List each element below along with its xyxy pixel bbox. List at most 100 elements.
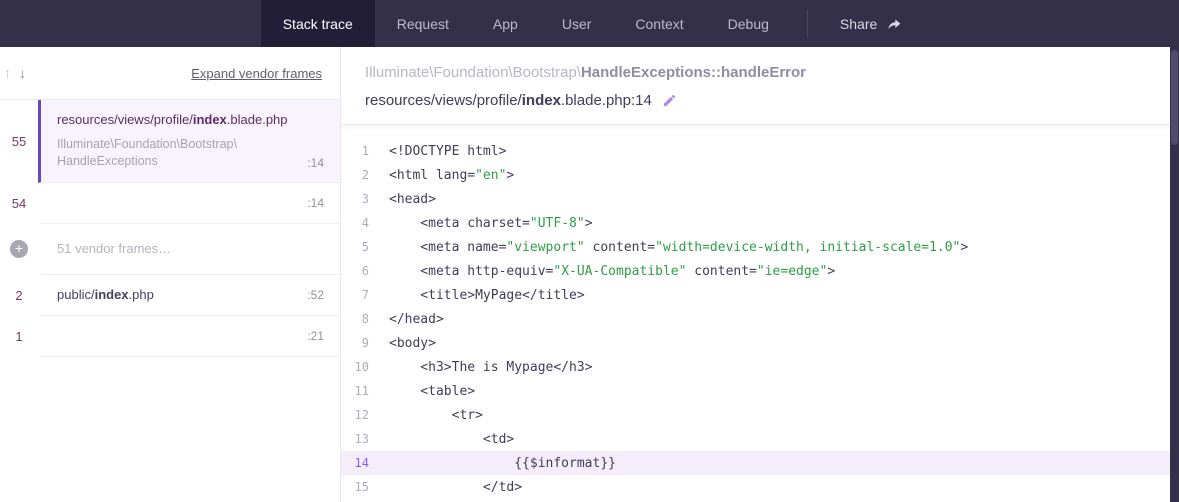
- stack-frame-row[interactable]: 55resources/views/profile/index.blade.ph…: [0, 100, 340, 183]
- exception-location: resources/views/profile/index.blade.php:…: [365, 92, 1155, 109]
- topbar: Stack trace Request App User Context Deb…: [0, 0, 1179, 47]
- vendor-frames-row[interactable]: +51 vendor frames…: [0, 224, 340, 275]
- code-line-number: 15: [341, 480, 389, 494]
- stack-frame-row[interactable]: 1 :21: [0, 316, 340, 357]
- code-line-number: 5: [341, 240, 389, 254]
- code-line: 3<head>: [341, 187, 1179, 211]
- code-line-source: <table>: [389, 384, 475, 399]
- tab-bar: Stack trace Request App User Context Deb…: [261, 0, 791, 47]
- tab-debug[interactable]: Debug: [706, 0, 791, 47]
- main-panel: Illuminate\Foundation\Bootstrap\HandleEx…: [341, 47, 1179, 502]
- frame-content: :14: [38, 183, 340, 224]
- next-frame-arrow-icon[interactable]: ↓: [19, 65, 26, 81]
- code-line: 5 <meta name="viewport" content="width=d…: [341, 235, 1179, 259]
- prev-frame-arrow-icon[interactable]: ↑: [4, 65, 11, 81]
- code-line-source: <meta name="viewport" content="width=dev…: [389, 240, 968, 255]
- sidebar-header: ↑ ↓ Expand vendor frames: [0, 47, 340, 100]
- code-line-number: 7: [341, 288, 389, 302]
- code-line-number: 14: [341, 456, 389, 470]
- code-line-source: <td>: [389, 432, 514, 447]
- exception-file-path: resources/views/profile/index.blade.php:…: [365, 92, 652, 109]
- frame-line-number: :14: [307, 196, 324, 210]
- frame-content: public/index.php :52: [38, 275, 340, 316]
- page-scrollbar[interactable]: [1170, 0, 1179, 502]
- code-line: 15 </td>: [341, 475, 1179, 499]
- code-line-source: </td>: [389, 480, 522, 495]
- scrollbar-thumb[interactable]: [1171, 50, 1178, 145]
- tab-request[interactable]: Request: [375, 0, 471, 47]
- tab-app[interactable]: App: [471, 0, 540, 47]
- frame-number: 2: [0, 275, 38, 316]
- frame-content: :21: [38, 316, 340, 357]
- code-line-source: {{$informat}}: [389, 456, 616, 471]
- share-button[interactable]: Share: [824, 0, 918, 47]
- frame-content: resources/views/profile/index.blade.php I…: [38, 100, 340, 183]
- vendor-frames-label: 51 vendor frames…: [57, 241, 324, 256]
- exception-class: Illuminate\Foundation\Bootstrap\HandleEx…: [365, 64, 1155, 81]
- expand-vendor-frames-link[interactable]: Expand vendor frames: [191, 66, 322, 81]
- code-line-source: <head>: [389, 192, 436, 207]
- code-line-source: <meta http-equiv="X-UA-Compatible" conte…: [389, 264, 835, 279]
- stack-frame-row[interactable]: 2 public/index.php :52: [0, 275, 340, 316]
- tab-context[interactable]: Context: [613, 0, 705, 47]
- code-line: 13 <td>: [341, 427, 1179, 451]
- code-line-source: <title>MyPage</title>: [389, 288, 585, 303]
- code-line-number: 9: [341, 336, 389, 350]
- frame-nav-arrows: ↑ ↓: [4, 65, 26, 81]
- frame-number: 1: [0, 316, 38, 357]
- code-line-number: 13: [341, 432, 389, 446]
- stack-trace-sidebar: ↑ ↓ Expand vendor frames 55resources/vie…: [0, 47, 341, 502]
- code-line: 2<html lang="en">: [341, 163, 1179, 187]
- code-line: 4 <meta charset="UTF-8">: [341, 211, 1179, 235]
- code-line-number: 12: [341, 408, 389, 422]
- stack-frame-row[interactable]: 54 :14: [0, 183, 340, 224]
- share-arrow-icon: [886, 16, 902, 32]
- code-line-source: <body>: [389, 336, 436, 351]
- code-line-number: 8: [341, 312, 389, 326]
- code-line-number: 11: [341, 384, 389, 398]
- code-line-source: <html lang="en">: [389, 168, 514, 183]
- frame-class: Illuminate\Foundation\Bootstrap\HandleEx…: [57, 136, 237, 170]
- code-line: 12 <tr>: [341, 403, 1179, 427]
- frame-line-number: :21: [307, 329, 324, 343]
- frame-number: +: [0, 224, 38, 275]
- code-line: 10 <h3>The is Mypage</h3>: [341, 355, 1179, 379]
- tab-stack-trace[interactable]: Stack trace: [261, 0, 375, 47]
- code-line: 14 {{$informat}}: [341, 451, 1179, 475]
- code-line: 11 <table>: [341, 379, 1179, 403]
- code-line: 8</head>: [341, 307, 1179, 331]
- frame-line-number: :52: [307, 288, 324, 302]
- code-viewer: 1<!DOCTYPE html>2<html lang="en">3<head>…: [341, 139, 1179, 499]
- frame-file: public/index.php: [57, 287, 154, 302]
- code-line-number: 3: [341, 192, 389, 206]
- code-line-number: 6: [341, 264, 389, 278]
- code-line-source: <meta charset="UTF-8">: [389, 216, 593, 231]
- edit-file-pencil-icon[interactable]: [662, 93, 677, 108]
- exception-class-method: HandleExceptions::handleError: [581, 64, 806, 81]
- code-line-number: 2: [341, 168, 389, 182]
- code-line-source: <tr>: [389, 408, 483, 423]
- code-line-number: 10: [341, 360, 389, 374]
- code-line: 9<body>: [341, 331, 1179, 355]
- frames-list: 55resources/views/profile/index.blade.ph…: [0, 100, 340, 502]
- topbar-divider: [807, 10, 808, 37]
- code-line-number: 1: [341, 144, 389, 158]
- share-label: Share: [840, 16, 877, 32]
- frame-number: 55: [0, 100, 38, 183]
- frame-number: 54: [0, 183, 38, 224]
- expand-vendor-plus-icon[interactable]: +: [10, 240, 28, 258]
- code-line: 7 <title>MyPage</title>: [341, 283, 1179, 307]
- code-snippet: 1<!DOCTYPE html>2<html lang="en">3<head>…: [341, 124, 1179, 502]
- code-line-source: </head>: [389, 312, 444, 327]
- frame-content: 51 vendor frames…: [38, 224, 340, 275]
- code-line-source: <h3>The is Mypage</h3>: [389, 360, 593, 375]
- code-line-source: <!DOCTYPE html>: [389, 144, 506, 159]
- exception-class-prefix: Illuminate\Foundation\Bootstrap\: [365, 64, 581, 81]
- tab-user[interactable]: User: [540, 0, 614, 47]
- frame-file: resources/views/profile/index.blade.php: [57, 112, 324, 127]
- frame-line-number: :14: [307, 156, 324, 170]
- code-line-number: 4: [341, 216, 389, 230]
- exception-header: Illuminate\Foundation\Bootstrap\HandleEx…: [341, 47, 1179, 124]
- code-line: 1<!DOCTYPE html>: [341, 139, 1179, 163]
- code-line: 6 <meta http-equiv="X-UA-Compatible" con…: [341, 259, 1179, 283]
